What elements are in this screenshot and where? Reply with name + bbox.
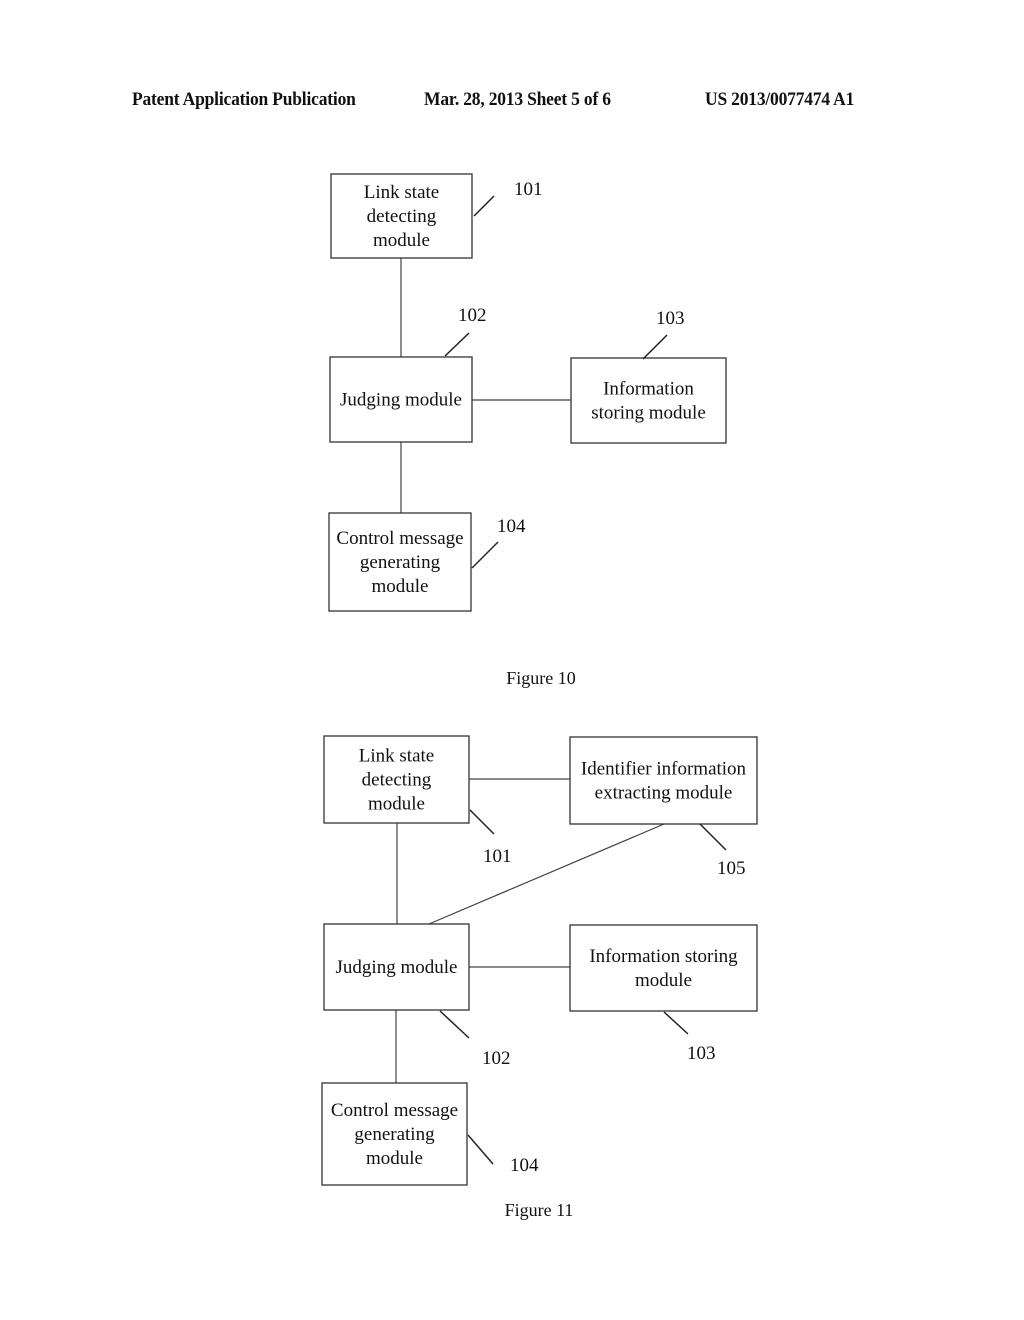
figure-11-caption: Figure 11 [505, 1200, 574, 1220]
figure-11-module-label-101: detecting [362, 770, 432, 791]
figure-10-module-label-102: Judging module [340, 390, 462, 411]
figure-10-reference-numeral-104: 104 [497, 516, 526, 537]
figure-11-reference-numeral-101: 101 [483, 846, 512, 867]
figure-10-module-label-104: module [372, 576, 429, 597]
figure-10-caption: Figure 10 [506, 668, 576, 688]
figure-10-reference-numeral-103: 103 [656, 308, 685, 329]
figure-10-leader-line-104 [471, 541, 499, 569]
figure-10-module-box-103 [570, 357, 727, 444]
figure-10-module-label-104: generating [360, 552, 441, 573]
figure-11-module-label-104: module [366, 1148, 423, 1169]
figure-10-module-label-103: storing module [591, 403, 706, 424]
figure-11-module-box-103 [569, 924, 758, 1012]
figure-10-module-label-104: Control message [336, 528, 463, 549]
figure-11-module-box-105 [569, 736, 758, 825]
figure-11-module-label-104: Control message [331, 1100, 458, 1121]
figure-11-module-label-104: generating [354, 1124, 435, 1145]
figure-10-leader-line-101 [473, 195, 495, 217]
figure-11-leader-line-102 [439, 1010, 470, 1039]
figure-11-module-label-101: module [368, 794, 425, 815]
figure-11-module-label-102: Judging module [336, 957, 458, 978]
figure-11-module-label-101: Link state [359, 746, 434, 767]
figure-10-module-label-101: module [373, 230, 430, 251]
figure-11-connector-105-102 [428, 823, 665, 925]
figure-11-module-label-103: Information storing [589, 946, 738, 967]
figure-10-module-label-101: Link state [364, 182, 439, 203]
block-diagrams: Link state detecting module 101 Judging modu… [321, 173, 758, 1220]
figure-10-reference-numeral-102: 102 [458, 305, 487, 326]
figure-11-reference-numeral-102: 102 [482, 1048, 511, 1069]
figure-10-module-label-103: Information [603, 379, 694, 400]
figure-11-reference-numeral-103: 103 [687, 1043, 716, 1064]
figure-11-leader-line-105 [699, 823, 727, 851]
figure-11-leader-line-101 [469, 809, 495, 835]
figure-10-leader-line-103 [642, 334, 668, 360]
figure-11-leader-line-104 [467, 1134, 494, 1165]
figure-10-module-label-101: detecting [367, 206, 437, 227]
figure-11-reference-numeral-105: 105 [717, 858, 746, 879]
figure-11-reference-numeral-104: 104 [510, 1155, 539, 1176]
figure-10-reference-numeral-101: 101 [514, 179, 543, 200]
figure-11-module-label-105: Identifier information [581, 759, 747, 780]
figure-11-module-label-105: extracting module [595, 783, 733, 804]
figure-10-leader-line-102 [444, 332, 470, 357]
figure-11-module-label-103: module [635, 970, 692, 991]
figure-11-leader-line-103 [663, 1011, 689, 1035]
